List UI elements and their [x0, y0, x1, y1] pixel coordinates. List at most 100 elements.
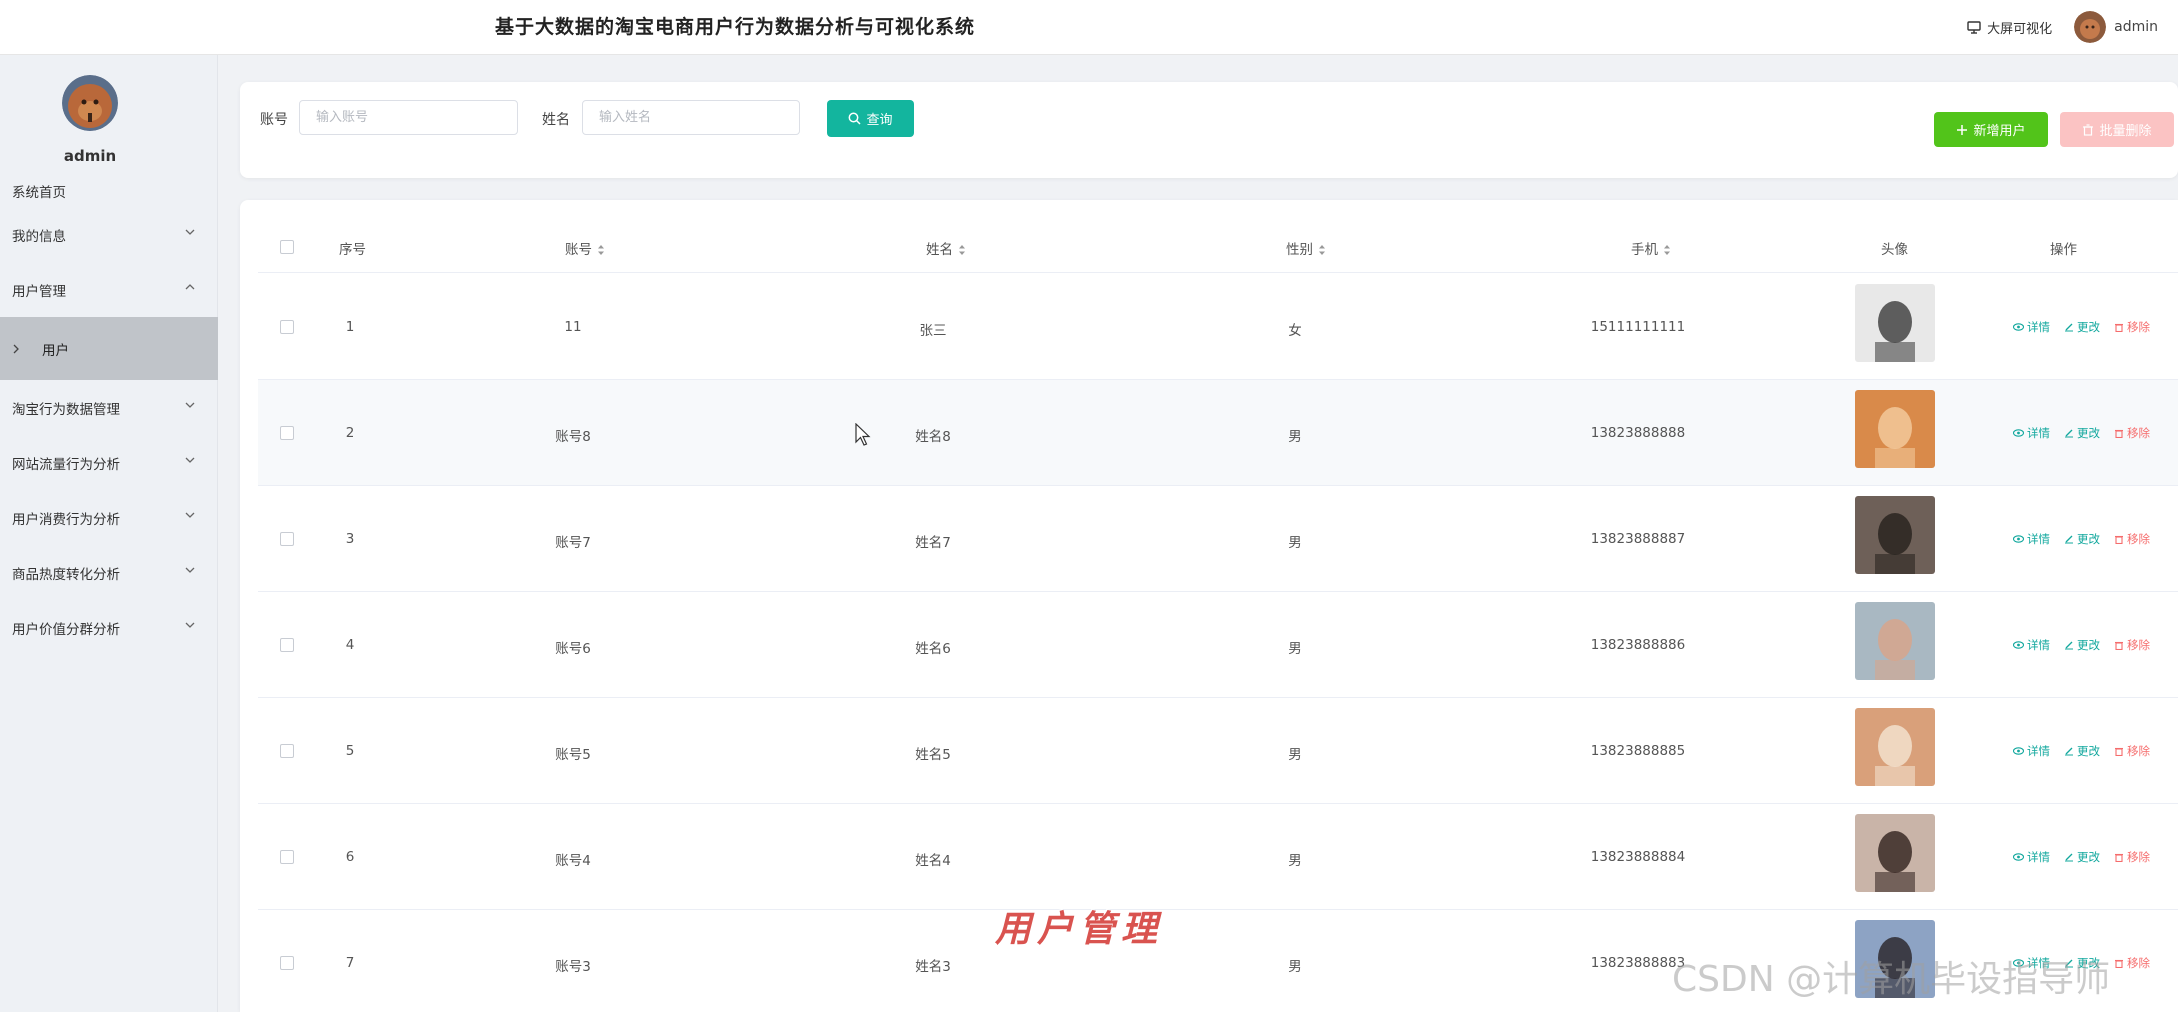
- table-row[interactable]: 2 账号8 姓名8 男 13823888888 详情 更改 移除: [258, 380, 2178, 486]
- row-checkbox[interactable]: [280, 744, 294, 758]
- remove-button[interactable]: 移除: [2114, 849, 2150, 865]
- row-checkbox[interactable]: [280, 320, 294, 334]
- detail-button[interactable]: 详情: [2013, 743, 2050, 759]
- detail-button[interactable]: 详情: [2013, 425, 2050, 441]
- table-row[interactable]: 4 账号6 姓名6 男 13823888886 详情 更改 移除: [258, 592, 2178, 698]
- user-avatar-image: [1855, 814, 1935, 892]
- account-search-input[interactable]: [299, 100, 518, 135]
- chevron-down-icon: [185, 567, 195, 573]
- remove-button[interactable]: 移除: [2114, 319, 2150, 335]
- add-user-button[interactable]: 新增用户: [1934, 112, 2048, 147]
- query-button[interactable]: 查询: [827, 100, 914, 137]
- remove-label: 移除: [2127, 638, 2150, 652]
- sidebar-item-user-management[interactable]: 用户管理: [0, 262, 218, 317]
- top-bar: 基于大数据的淘宝电商用户行为数据分析与可视化系统 大屏可视化 admin: [0, 0, 2178, 55]
- batch-delete-button[interactable]: 批量删除: [2060, 112, 2174, 147]
- edit-button[interactable]: 更改: [2064, 531, 2100, 547]
- cell-name: 姓名5: [915, 747, 951, 763]
- sidebar-item-label: 用户消费行为分析: [12, 511, 120, 528]
- account-label: 账号: [260, 112, 288, 128]
- chevron-down-icon: [185, 229, 195, 235]
- user-avatar-image: [1855, 390, 1935, 468]
- remove-button[interactable]: 移除: [2114, 531, 2150, 547]
- cell-account: 账号7: [555, 535, 591, 551]
- edit-button[interactable]: 更改: [2064, 743, 2100, 759]
- sidebar-item-label: 商品热度转化分析: [12, 566, 120, 583]
- avatar[interactable]: [2074, 11, 2107, 43]
- cell-phone: 15111111111: [1590, 319, 1686, 335]
- sidebar-item-taobao-data[interactable]: 淘宝行为数据管理: [0, 380, 218, 435]
- sidebar-item-label: 网站流量行为分析: [12, 456, 120, 473]
- header-username[interactable]: admin: [2114, 19, 2158, 35]
- chevron-right-icon: [13, 344, 19, 354]
- edit-button[interactable]: 更改: [2064, 849, 2100, 865]
- sidebar-subitem-users[interactable]: 用户: [0, 317, 218, 380]
- row-actions: 详情 更改 移除: [2013, 849, 2164, 865]
- table-row[interactable]: 6 账号4 姓名4 男 13823888884 详情 更改 移除: [258, 804, 2178, 910]
- edit-icon: [2065, 853, 2073, 862]
- sidebar-item-traffic-analysis[interactable]: 网站流量行为分析: [0, 435, 218, 490]
- remove-label: 移除: [2127, 744, 2150, 758]
- row-actions: 详情 更改 移除: [2013, 319, 2164, 335]
- caption-overlay: 用户管理: [995, 908, 1164, 950]
- sidebar-avatar: [62, 75, 118, 131]
- edit-label: 更改: [2077, 850, 2100, 864]
- detail-button[interactable]: 详情: [2013, 637, 2050, 653]
- remove-button[interactable]: 移除: [2114, 637, 2150, 653]
- chevron-up-icon: [185, 284, 195, 290]
- row-checkbox[interactable]: [280, 532, 294, 546]
- column-phone[interactable]: 手机: [1631, 238, 1671, 258]
- chevron-down-icon: [185, 512, 195, 518]
- table-row[interactable]: 3 账号7 姓名7 男 13823888887 详情 更改 移除: [258, 486, 2178, 592]
- detail-button[interactable]: 详情: [2013, 849, 2050, 865]
- edit-icon: [2065, 535, 2073, 544]
- detail-label: 详情: [2027, 532, 2050, 546]
- row-checkbox[interactable]: [280, 638, 294, 652]
- row-checkbox[interactable]: [280, 850, 294, 864]
- cell-index: 7: [345, 955, 355, 971]
- eye-icon: [2013, 323, 2024, 331]
- row-checkbox[interactable]: [280, 956, 294, 970]
- trash-icon: [2115, 747, 2123, 756]
- row-actions: 详情 更改 移除: [2013, 637, 2164, 653]
- edit-icon: [2065, 323, 2073, 332]
- edit-button[interactable]: 更改: [2064, 637, 2100, 653]
- detail-button[interactable]: 详情: [2013, 531, 2050, 547]
- big-screen-link[interactable]: 大屏可视化: [1967, 18, 2052, 37]
- table-row[interactable]: 5 账号5 姓名5 男 13823888885 详情 更改 移除: [258, 698, 2178, 804]
- edit-icon: [2065, 429, 2073, 438]
- sidebar-item-label: 用户管理: [12, 283, 66, 300]
- table-row[interactable]: 1 11 张三 女 15111111111 详情 更改 移除: [258, 274, 2178, 380]
- row-checkbox[interactable]: [280, 426, 294, 440]
- cell-phone: 13823888884: [1590, 849, 1686, 865]
- eye-icon: [2013, 429, 2024, 437]
- sidebar-item-label: 我的信息: [12, 228, 66, 245]
- cell-index: 4: [345, 637, 355, 653]
- column-account[interactable]: 账号: [565, 238, 605, 258]
- trash-icon: [2115, 641, 2123, 650]
- column-avatar: 头像: [1881, 242, 1908, 258]
- edit-button[interactable]: 更改: [2064, 425, 2100, 441]
- table-header: 序号 账号 姓名 性别 手机 头像 操作: [258, 222, 2178, 273]
- detail-button[interactable]: 详情: [2013, 319, 2050, 335]
- remove-label: 移除: [2127, 320, 2150, 334]
- sidebar-item-product-heat[interactable]: 商品热度转化分析: [0, 545, 218, 600]
- cell-account: 账号4: [555, 853, 591, 869]
- column-name[interactable]: 姓名: [926, 238, 966, 258]
- cell-phone: 13823888885: [1590, 743, 1686, 759]
- sidebar-item-my-info[interactable]: 我的信息: [0, 207, 218, 262]
- edit-button[interactable]: 更改: [2064, 319, 2100, 335]
- sidebar-item-consumption-analysis[interactable]: 用户消费行为分析: [0, 490, 218, 545]
- column-gender[interactable]: 性别: [1286, 238, 1326, 258]
- remove-label: 移除: [2127, 532, 2150, 546]
- remove-button[interactable]: 移除: [2114, 425, 2150, 441]
- eye-icon: [2013, 535, 2024, 543]
- sidebar-item-user-value[interactable]: 用户价值分群分析: [0, 600, 218, 655]
- sidebar-item-label: 系统首页: [12, 185, 66, 201]
- select-all-checkbox[interactable]: [280, 240, 294, 254]
- remove-button[interactable]: 移除: [2114, 955, 2150, 971]
- remove-button[interactable]: 移除: [2114, 743, 2150, 759]
- name-search-input[interactable]: [582, 100, 800, 135]
- sidebar-item-home[interactable]: 系统首页: [0, 175, 218, 207]
- sort-icon: [598, 245, 604, 255]
